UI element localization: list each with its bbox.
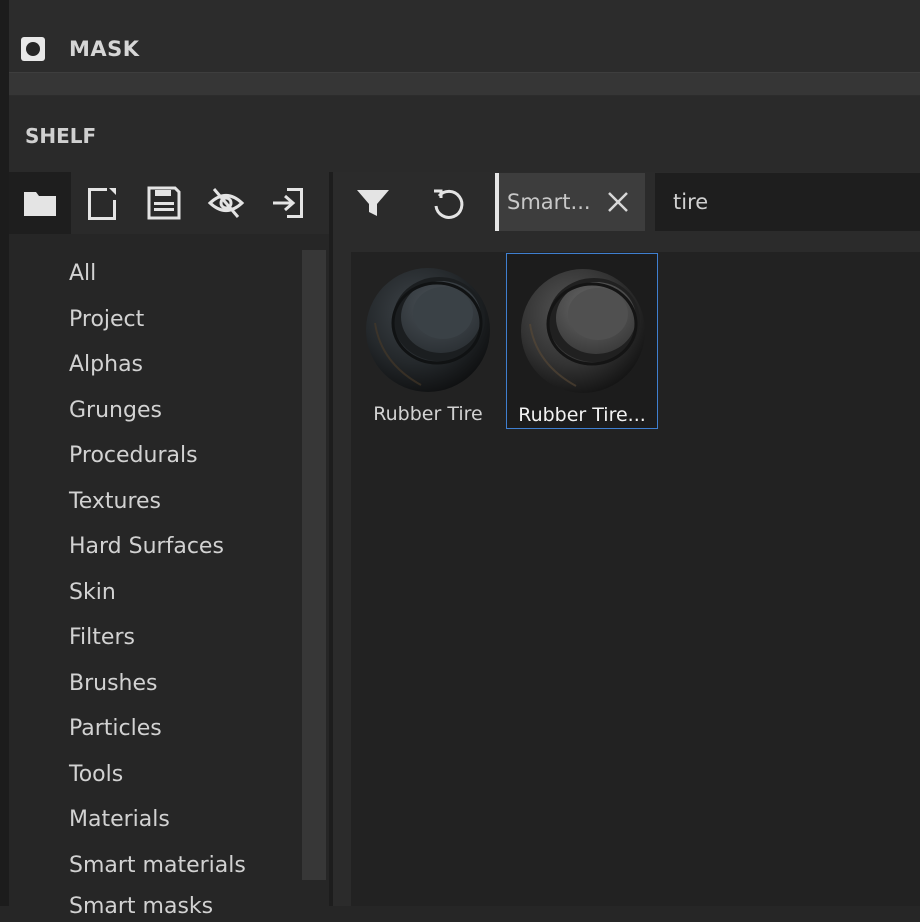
grid-left-padding: [333, 234, 351, 906]
eye-hidden-icon: [207, 188, 245, 218]
left-window-edge: [0, 0, 9, 906]
category-item-grunges[interactable]: Grunges: [69, 396, 162, 426]
new-document-icon: [88, 188, 116, 220]
category-item-brushes[interactable]: Brushes: [69, 669, 157, 699]
grid-top-padding: [333, 234, 920, 252]
category-item-procedurals[interactable]: Procedurals: [69, 441, 198, 471]
category-item-smart-masks[interactable]: Smart masks: [69, 892, 213, 922]
category-item-particles[interactable]: Particles: [69, 714, 162, 744]
asset-label: Rubber Tire: [373, 403, 483, 425]
category-item-project[interactable]: Project: [69, 305, 144, 335]
category-list-scrollbar[interactable]: [302, 250, 326, 880]
shelf-side-toolbar: [9, 172, 329, 234]
folder-icon: [24, 192, 56, 216]
asset-grid: Rubber Tire Rubber Tire...: [351, 252, 920, 906]
panel-separator: [9, 72, 920, 95]
category-item-hard-surfaces[interactable]: Hard Surfaces: [69, 532, 224, 562]
filter-chip-label: Smart...: [507, 190, 591, 214]
folder-button[interactable]: [9, 172, 71, 234]
mask-panel-title: MASK: [69, 37, 140, 61]
shelf-filter-toolbar: Smart... tire: [333, 172, 920, 234]
asset-thumbnail[interactable]: Rubber Tire: [352, 253, 504, 429]
search-input[interactable]: tire: [655, 173, 920, 231]
save-button[interactable]: [133, 172, 195, 234]
category-item-textures[interactable]: Textures: [69, 487, 161, 517]
filter-icon[interactable]: [353, 186, 393, 220]
filter-chip[interactable]: Smart...: [495, 173, 645, 231]
import-button[interactable]: [257, 172, 319, 234]
shelf-panel-title: SHELF: [25, 124, 97, 148]
reset-icon[interactable]: [429, 186, 469, 222]
mask-circle-icon: [21, 37, 45, 61]
save-icon: [147, 186, 181, 220]
shelf-panel-header[interactable]: SHELF: [9, 96, 920, 172]
category-item-alphas[interactable]: Alphas: [69, 350, 143, 380]
category-item-smart-materials[interactable]: Smart materials: [69, 851, 246, 881]
new-document-button[interactable]: [71, 172, 133, 234]
category-list: All Project Alphas Grunges Procedurals T…: [9, 250, 301, 919]
mask-panel-header[interactable]: MASK: [9, 0, 920, 96]
category-item-materials[interactable]: Materials: [69, 805, 170, 835]
close-icon[interactable]: [603, 187, 633, 217]
chip-accent-bar: [495, 173, 499, 231]
visibility-toggle-button[interactable]: [195, 172, 257, 234]
import-icon: [273, 188, 303, 218]
category-item-tools[interactable]: Tools: [69, 760, 123, 790]
asset-label: Rubber Tire...: [518, 404, 646, 426]
search-input-value: tire: [673, 190, 709, 214]
category-item-filters[interactable]: Filters: [69, 623, 135, 653]
category-item-all[interactable]: All: [69, 259, 96, 289]
asset-thumbnail-selected[interactable]: Rubber Tire...: [506, 253, 658, 429]
material-sphere-preview: [366, 268, 490, 392]
category-item-skin[interactable]: Skin: [69, 578, 116, 608]
material-sphere-preview: [521, 269, 645, 393]
